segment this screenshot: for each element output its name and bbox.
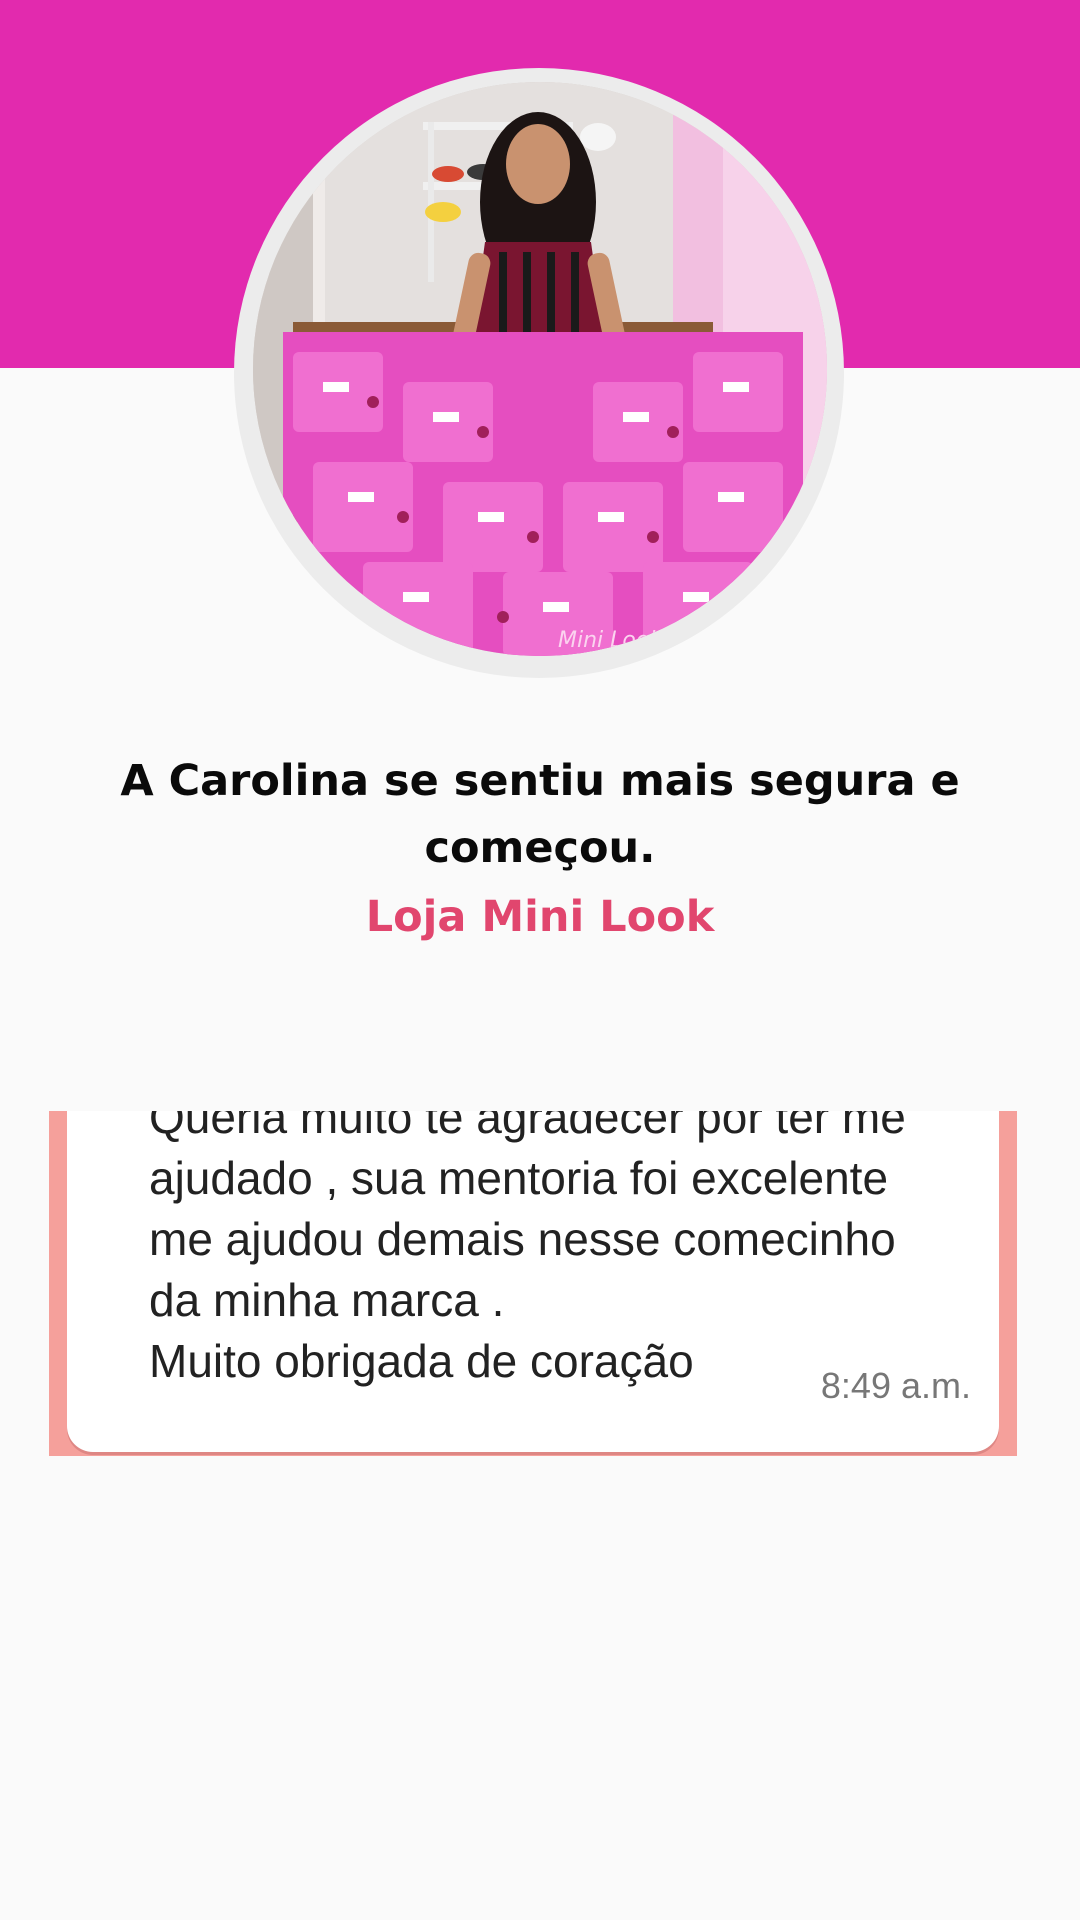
chat-screenshot: Queria muito te agradecer por ter me aju… — [49, 1111, 1017, 1456]
brand-name: Loja Mini Look — [365, 892, 715, 942]
testimonial-photo: Mini Look — [253, 82, 827, 656]
chat-message-text: Queria muito te agradecer por ter me aju… — [149, 1111, 906, 1387]
testimonial-page: Mini Look A Carolina se sentiu mais segu… — [0, 0, 1080, 1920]
chat-bubble: Queria muito te agradecer por ter me aju… — [67, 1111, 999, 1452]
chat-timestamp: 8:49 a.m. — [820, 1365, 971, 1406]
testimonial-headline: A Carolina se sentiu mais segura e começ… — [120, 756, 960, 873]
